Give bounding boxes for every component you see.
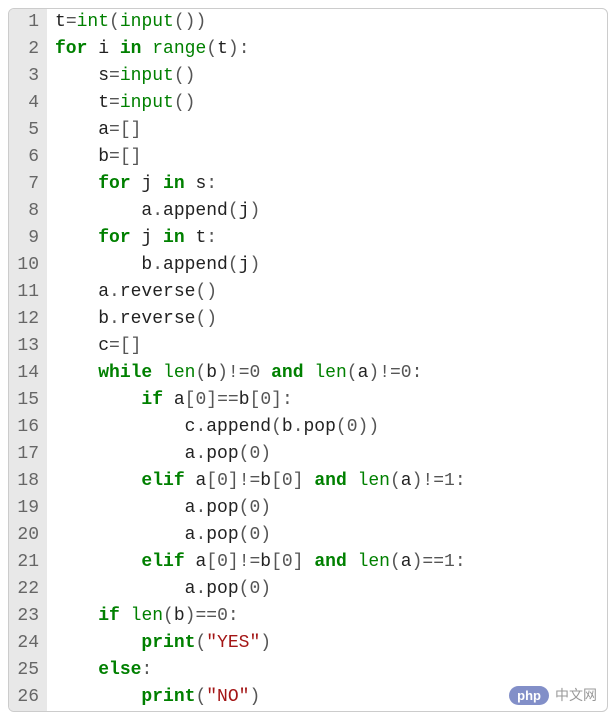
line-number: 12 — [9, 306, 47, 333]
line-number: 13 — [9, 333, 47, 360]
line-number: 22 — [9, 576, 47, 603]
line-number: 8 — [9, 198, 47, 225]
line-content: if len(b)==0: — [47, 603, 607, 630]
line-content: a.pop(0) — [47, 441, 607, 468]
line-content: for j in t: — [47, 225, 607, 252]
code-line: 5 a=[] — [9, 117, 607, 144]
code-line: 24 print("YES") — [9, 630, 607, 657]
line-number: 2 — [9, 36, 47, 63]
code-line: 18 elif a[0]!=b[0] and len(a)!=1: — [9, 468, 607, 495]
line-content: if a[0]==b[0]: — [47, 387, 607, 414]
code-line: 1t=int(input()) — [9, 9, 607, 36]
code-line: 19 a.pop(0) — [9, 495, 607, 522]
code-line: 13 c=[] — [9, 333, 607, 360]
watermark-badge: php — [509, 686, 549, 705]
line-number: 18 — [9, 468, 47, 495]
line-content: a.append(j) — [47, 198, 607, 225]
line-content: c.append(b.pop(0)) — [47, 414, 607, 441]
line-number: 15 — [9, 387, 47, 414]
code-line: 4 t=input() — [9, 90, 607, 117]
line-number: 10 — [9, 252, 47, 279]
line-content: elif a[0]!=b[0] and len(a)!=1: — [47, 468, 607, 495]
watermark-text: 中文网 — [555, 685, 597, 705]
code-line: 8 a.append(j) — [9, 198, 607, 225]
line-content: for i in range(t): — [47, 36, 607, 63]
line-number: 4 — [9, 90, 47, 117]
code-line: 16 c.append(b.pop(0)) — [9, 414, 607, 441]
line-content: b.append(j) — [47, 252, 607, 279]
line-number: 9 — [9, 225, 47, 252]
line-number: 1 — [9, 9, 47, 36]
line-number: 26 — [9, 684, 47, 711]
line-number: 19 — [9, 495, 47, 522]
line-content: else: — [47, 657, 607, 684]
line-content: c=[] — [47, 333, 607, 360]
line-content: b.reverse() — [47, 306, 607, 333]
line-content: t=input() — [47, 90, 607, 117]
code-line: 15 if a[0]==b[0]: — [9, 387, 607, 414]
code-line: 9 for j in t: — [9, 225, 607, 252]
line-number: 24 — [9, 630, 47, 657]
line-number: 16 — [9, 414, 47, 441]
code-line: 23 if len(b)==0: — [9, 603, 607, 630]
line-number: 11 — [9, 279, 47, 306]
code-line: 6 b=[] — [9, 144, 607, 171]
line-number: 20 — [9, 522, 47, 549]
code-line: 22 a.pop(0) — [9, 576, 607, 603]
line-number: 23 — [9, 603, 47, 630]
line-content: a.pop(0) — [47, 495, 607, 522]
line-content: b=[] — [47, 144, 607, 171]
watermark: php 中文网 — [509, 685, 597, 705]
code-line: 25 else: — [9, 657, 607, 684]
line-content: while len(b)!=0 and len(a)!=0: — [47, 360, 607, 387]
line-number: 6 — [9, 144, 47, 171]
code-line: 21 elif a[0]!=b[0] and len(a)==1: — [9, 549, 607, 576]
code-line: 10 b.append(j) — [9, 252, 607, 279]
line-number: 17 — [9, 441, 47, 468]
line-content: a.pop(0) — [47, 576, 607, 603]
code-line: 11 a.reverse() — [9, 279, 607, 306]
line-number: 5 — [9, 117, 47, 144]
code-line: 20 a.pop(0) — [9, 522, 607, 549]
code-block: 1t=int(input())2for i in range(t):3 s=in… — [8, 8, 608, 712]
line-content: a=[] — [47, 117, 607, 144]
line-number: 7 — [9, 171, 47, 198]
code-line: 3 s=input() — [9, 63, 607, 90]
line-content: elif a[0]!=b[0] and len(a)==1: — [47, 549, 607, 576]
line-content: for j in s: — [47, 171, 607, 198]
line-content: a.reverse() — [47, 279, 607, 306]
line-number: 21 — [9, 549, 47, 576]
line-number: 14 — [9, 360, 47, 387]
code-line: 17 a.pop(0) — [9, 441, 607, 468]
line-number: 25 — [9, 657, 47, 684]
line-content: s=input() — [47, 63, 607, 90]
line-content: a.pop(0) — [47, 522, 607, 549]
line-content: print("YES") — [47, 630, 607, 657]
code-line: 14 while len(b)!=0 and len(a)!=0: — [9, 360, 607, 387]
line-content: t=int(input()) — [47, 9, 607, 36]
code-lines: 1t=int(input())2for i in range(t):3 s=in… — [9, 9, 607, 711]
code-line: 7 for j in s: — [9, 171, 607, 198]
code-line: 12 b.reverse() — [9, 306, 607, 333]
code-line: 2for i in range(t): — [9, 36, 607, 63]
line-number: 3 — [9, 63, 47, 90]
